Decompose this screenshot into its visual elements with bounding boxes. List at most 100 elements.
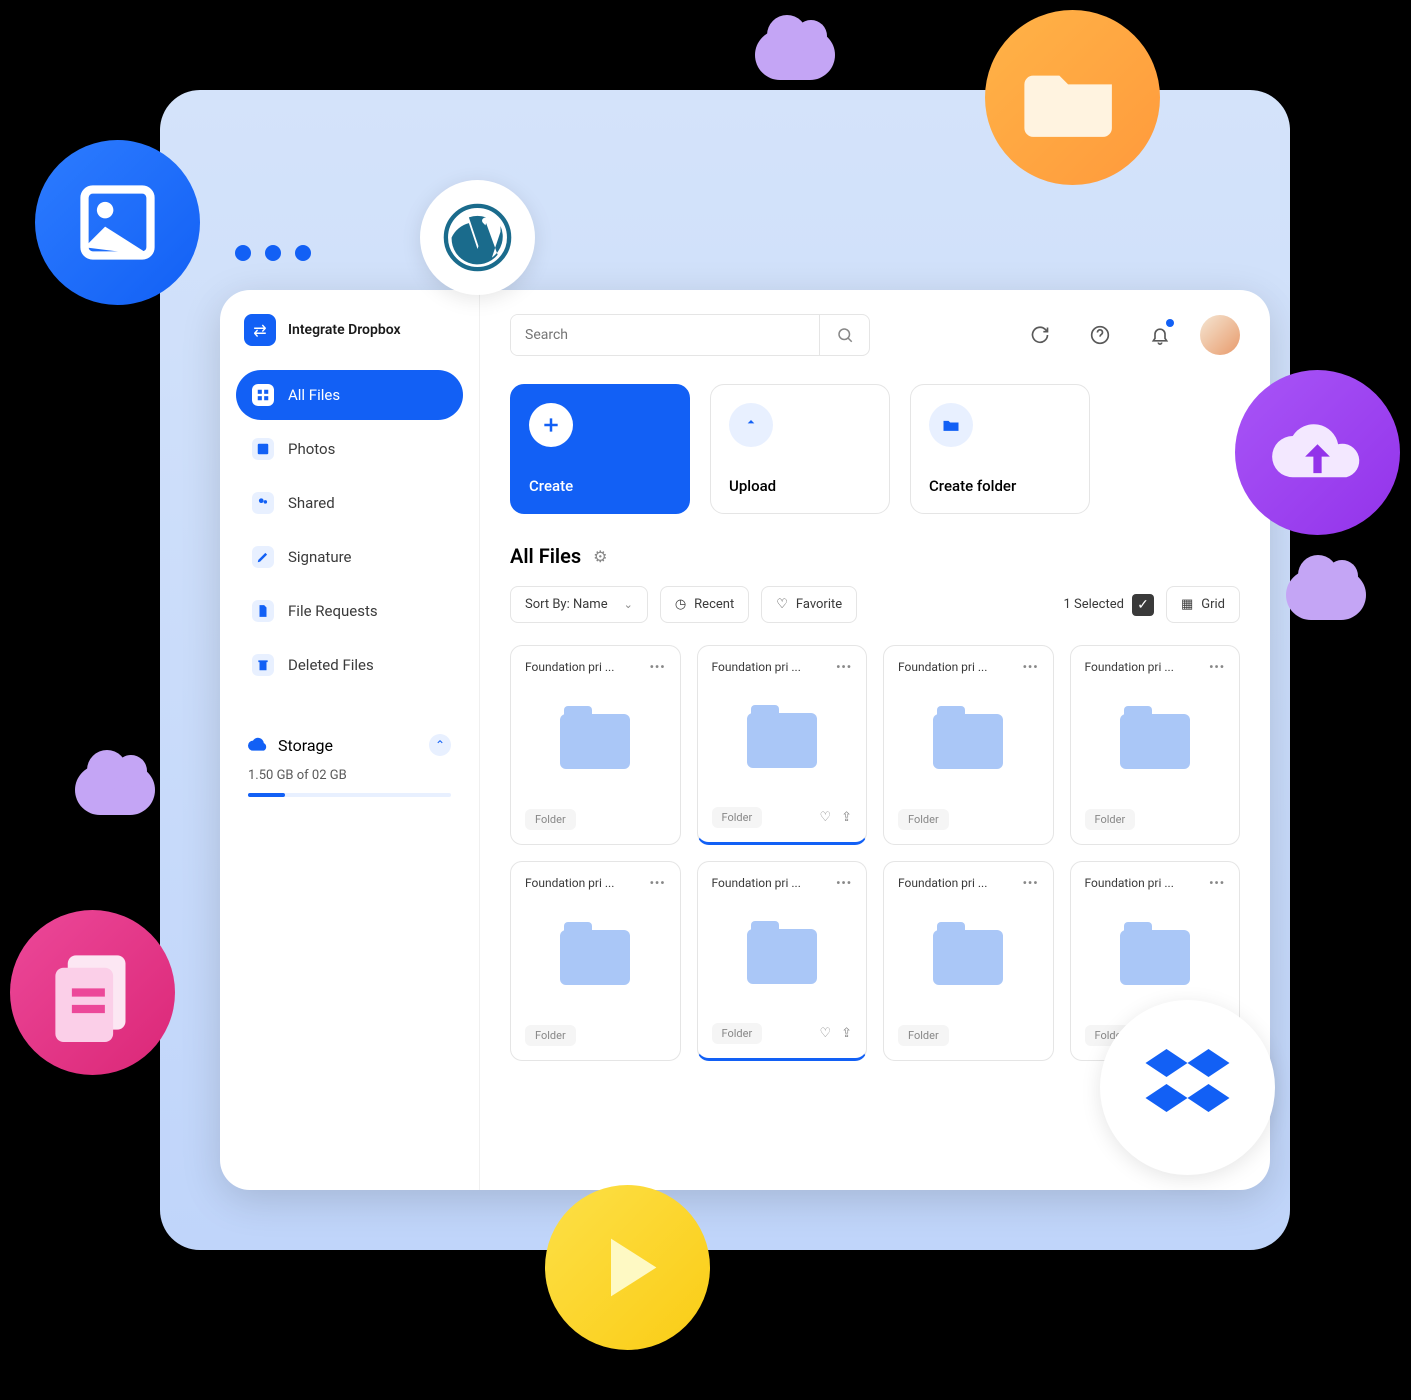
file-grid: Foundation pri ... ••• Folder Foundation… — [510, 645, 1240, 1061]
file-name: Foundation pri ... — [898, 876, 987, 890]
storage-title: Storage — [278, 736, 333, 755]
file-card[interactable]: Foundation pri ... ••• Folder — [1070, 645, 1241, 845]
upload-icon — [729, 403, 773, 447]
logo-icon: ⇄ — [244, 314, 276, 346]
more-icon[interactable]: ••• — [836, 660, 852, 674]
more-icon[interactable]: ••• — [1209, 876, 1225, 890]
share-icon[interactable]: ⇪ — [841, 1026, 852, 1041]
app-title: Integrate Dropbox — [288, 322, 401, 338]
wordpress-badge-icon — [420, 180, 535, 295]
more-icon[interactable]: ••• — [1023, 876, 1039, 890]
more-icon[interactable]: ••• — [836, 876, 852, 890]
plus-icon — [529, 403, 573, 447]
file-name: Foundation pri ... — [1085, 660, 1174, 674]
grid-view-icon: ▦ — [1181, 597, 1193, 612]
file-card[interactable]: Foundation pri ... ••• Folder — [883, 861, 1054, 1061]
sidebar-item-label: Photos — [288, 440, 335, 458]
avatar[interactable] — [1200, 315, 1240, 355]
folder-icon — [933, 930, 1003, 985]
file-tag: Folder — [712, 807, 763, 828]
file-name: Foundation pri ... — [1085, 876, 1174, 890]
sidebar-item-label: File Requests — [288, 602, 378, 620]
storage-widget: Storage ⌃ 1.50 GB of 02 GB — [236, 734, 463, 797]
dropbox-badge-icon — [1100, 1000, 1275, 1175]
cloud-upload-badge-icon — [1235, 370, 1400, 535]
share-icon[interactable]: ⇪ — [841, 810, 852, 825]
sidebar-item-photos[interactable]: Photos — [236, 424, 463, 474]
document-badge-icon — [10, 910, 175, 1075]
sort-by-button[interactable]: Sort By: Name ⌄ — [510, 586, 648, 623]
file-card[interactable]: Foundation pri ... ••• Folder — [510, 861, 681, 1061]
favorite-button[interactable]: ♡ Favorite — [761, 586, 857, 623]
create-folder-card[interactable]: Create folder — [910, 384, 1090, 514]
sidebar: ⇄ Integrate Dropbox All Files Photos Sha… — [220, 290, 480, 1190]
sidebar-item-label: All Files — [288, 386, 340, 404]
more-icon[interactable]: ••• — [1023, 660, 1039, 674]
play-badge-icon — [545, 1185, 710, 1350]
window-dots — [235, 245, 311, 261]
chevron-down-icon: ⌄ — [624, 598, 633, 611]
help-button[interactable] — [1080, 315, 1120, 355]
create-label: Create — [529, 477, 671, 495]
search-input-wrap — [510, 314, 870, 356]
clock-icon: ◷ — [675, 597, 686, 612]
storage-usage: 1.50 GB of 02 GB — [248, 768, 451, 783]
view-toggle[interactable]: ▦ Grid — [1166, 586, 1240, 623]
file-tag: Folder — [712, 1023, 763, 1044]
photo-icon — [252, 438, 274, 460]
action-cards: Create Upload Create folder — [510, 384, 1240, 514]
refresh-button[interactable] — [1020, 315, 1060, 355]
file-card[interactable]: Foundation pri ... ••• Folder — [883, 645, 1054, 845]
search-input[interactable] — [511, 315, 819, 355]
folder-plus-icon — [929, 403, 973, 447]
heart-icon[interactable]: ♡ — [819, 1026, 831, 1041]
sidebar-item-file-requests[interactable]: File Requests — [236, 586, 463, 636]
search-button[interactable] — [819, 315, 869, 355]
sidebar-item-label: Deleted Files — [288, 656, 374, 674]
section-header: All Files ⚙ — [510, 544, 1240, 568]
recent-button[interactable]: ◷ Recent — [660, 586, 749, 623]
file-tag: Folder — [898, 809, 949, 830]
file-icon — [252, 600, 274, 622]
chevron-up-icon[interactable]: ⌃ — [429, 734, 451, 756]
file-name: Foundation pri ... — [898, 660, 987, 674]
file-name: Foundation pri ... — [525, 660, 614, 674]
file-tag: Folder — [1085, 809, 1136, 830]
sidebar-item-all-files[interactable]: All Files — [236, 370, 463, 420]
grid-icon — [252, 384, 274, 406]
sidebar-item-shared[interactable]: Shared — [236, 478, 463, 528]
file-card[interactable]: Foundation pri ... ••• Folder ♡ ⇪ — [697, 861, 868, 1061]
sidebar-item-deleted[interactable]: Deleted Files — [236, 640, 463, 690]
gear-icon[interactable]: ⚙ — [593, 547, 607, 566]
notifications-button[interactable] — [1140, 315, 1180, 355]
file-name: Foundation pri ... — [712, 876, 801, 890]
folder-icon — [560, 714, 630, 769]
cloud-icon — [248, 736, 268, 755]
trash-icon — [252, 654, 274, 676]
file-card[interactable]: Foundation pri ... ••• Folder — [510, 645, 681, 845]
more-icon[interactable]: ••• — [650, 876, 666, 890]
file-tag: Folder — [525, 809, 576, 830]
create-folder-label: Create folder — [929, 477, 1071, 495]
bell-icon — [1150, 325, 1170, 345]
heart-icon: ♡ — [776, 597, 788, 612]
upload-card[interactable]: Upload — [710, 384, 890, 514]
create-card[interactable]: Create — [510, 384, 690, 514]
help-icon — [1090, 325, 1110, 345]
checkbox-selected[interactable]: ✓ — [1132, 594, 1154, 616]
file-card[interactable]: Foundation pri ... ••• Folder ♡⇪ — [697, 645, 868, 845]
sidebar-item-label: Signature — [288, 548, 352, 566]
heart-icon[interactable]: ♡ — [819, 810, 831, 825]
selected-count: 1 Selected ✓ — [1063, 594, 1153, 616]
pen-icon — [252, 546, 274, 568]
photo-badge-icon — [35, 140, 200, 305]
folder-icon — [1120, 714, 1190, 769]
sidebar-item-signature[interactable]: Signature — [236, 532, 463, 582]
more-icon[interactable]: ••• — [650, 660, 666, 674]
folder-icon — [560, 930, 630, 985]
search-icon — [836, 326, 854, 344]
file-tag: Folder — [898, 1025, 949, 1046]
folder-icon — [747, 713, 817, 768]
more-icon[interactable]: ••• — [1209, 660, 1225, 674]
share-icon — [252, 492, 274, 514]
